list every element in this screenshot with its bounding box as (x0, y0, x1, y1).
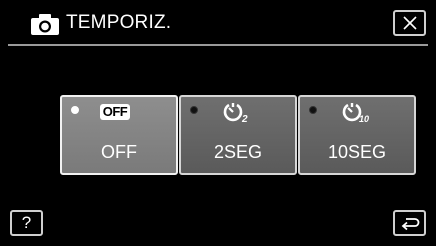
help-icon: ? (21, 213, 32, 232)
timer-10s-icon: 10 (342, 101, 376, 124)
timer-off-icon: OFF (100, 104, 130, 120)
header-divider (8, 44, 428, 46)
svg-text:10: 10 (359, 114, 369, 123)
option-label: 10SEG (327, 142, 387, 162)
option-label: OFF (101, 142, 137, 162)
return-icon (401, 218, 420, 231)
option-10s-button[interactable]: 10 10SEG (298, 95, 416, 175)
help-button[interactable]: ? (10, 210, 43, 236)
selected-indicator-dot (71, 106, 79, 114)
back-button[interactable] (393, 210, 426, 236)
unselected-indicator-dot (190, 106, 198, 114)
close-button[interactable] (393, 10, 426, 36)
unselected-indicator-dot (309, 106, 317, 114)
timer-settings-screen: TEMPORIZ. OFF OFF 2 2SEG 10 10SEG ? (0, 0, 436, 246)
close-icon (403, 16, 417, 30)
option-label: 2SEG (213, 142, 263, 162)
option-off-button[interactable]: OFF OFF (60, 95, 178, 175)
timer-options: OFF OFF 2 2SEG 10 10SEG (60, 95, 416, 175)
timer-2s-icon: 2 (223, 101, 257, 125)
svg-text:2: 2 (241, 114, 248, 123)
option-2s-button[interactable]: 2 2SEG (179, 95, 297, 175)
page-title: TEMPORIZ. (66, 12, 172, 33)
camera-icon (30, 12, 60, 36)
header-bar: TEMPORIZ. (0, 0, 436, 44)
